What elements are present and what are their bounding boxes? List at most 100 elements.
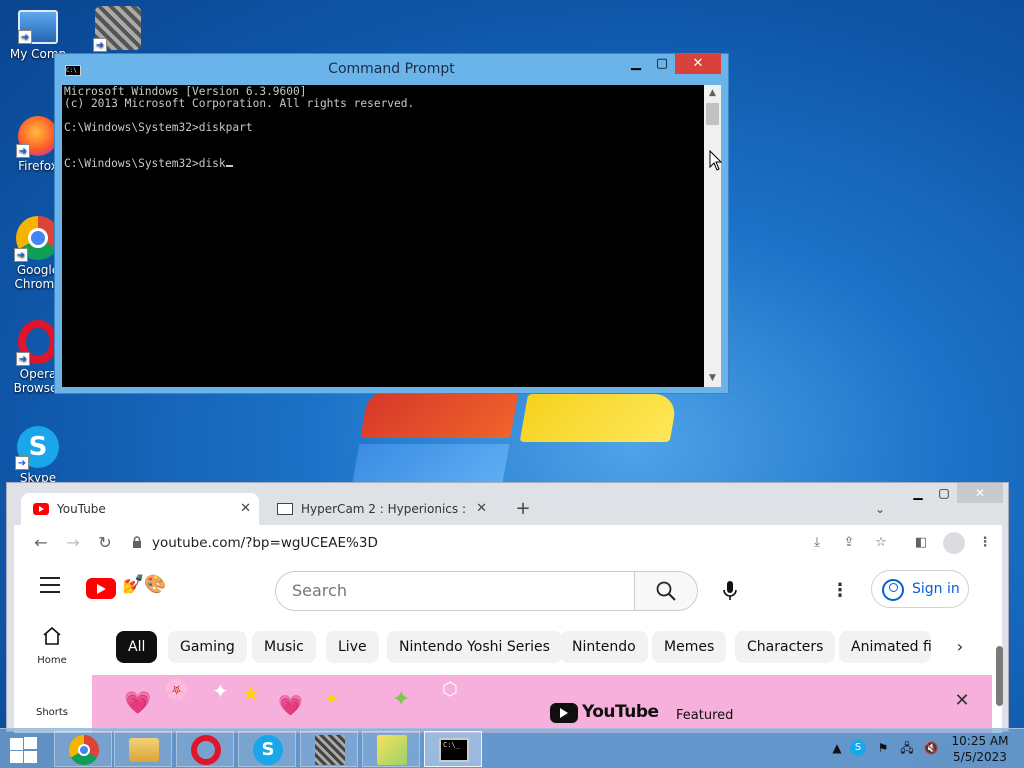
close-icon[interactable]: ✕ [952,691,972,711]
skype-icon: S ➜ [15,426,59,470]
sparkle-decoration-icon: ✦ [392,687,411,712]
youtube-logo-icon[interactable] [86,578,116,599]
console-text: Microsoft Windows [Version 6.3.9600] (c) … [64,86,414,170]
text-cursor [225,165,233,167]
scroll-up-arrow-icon[interactable]: ▲ [704,85,721,102]
settings-kebab-icon[interactable]: ⋮ [830,579,850,603]
hypercam-icon [315,735,345,765]
hamburger-menu-icon[interactable] [40,577,60,593]
home-icon [43,626,61,645]
action-center-flag-icon[interactable]: ⚑ [874,737,892,759]
search-button[interactable] [634,571,698,611]
taskbar-cmd[interactable]: C:\_ [424,731,482,767]
bookmark-star-icon[interactable]: ☆ [871,533,891,553]
chip-animated[interactable]: Animated fi [839,631,931,663]
tab-label: HyperCam 2 : Hyperionics : Free [301,502,465,516]
back-arrow-icon[interactable]: ← [30,533,52,553]
network-icon[interactable]: 🖧 [898,737,916,759]
banner-tag: Featured [676,708,734,723]
maximize-button[interactable]: ▢ [649,54,675,74]
file-explorer-icon [129,738,159,762]
nav-shorts[interactable]: Shorts [24,707,80,718]
chip-characters[interactable]: Characters [735,631,836,663]
console-area[interactable]: Microsoft Windows [Version 6.3.9600] (c) … [62,85,721,387]
skype-tray-icon[interactable]: S [850,740,866,756]
tab-youtube[interactable]: YouTube ✕ [21,493,259,525]
side-panel-icon[interactable]: ◧ [911,533,931,553]
taskbar-notes[interactable] [362,731,420,767]
youtube-favicon-icon [33,503,49,515]
address-bar[interactable]: youtube.com/?bp=wgUCEAE%3D [122,528,802,558]
tab-close-icon[interactable]: ✕ [240,493,251,525]
taskbar: S C:\_ ▲ S ⚑ 🖧 🔇 10:25 AM 5/5/2023 [0,728,1024,768]
show-hidden-icons-icon[interactable]: ▲ [828,737,846,759]
taskbar-opera[interactable] [176,731,234,767]
nav-home[interactable]: Home [24,626,80,666]
console-line: C:\Windows\System32>disk [64,158,414,170]
chip-nintendo[interactable]: Nintendo [560,631,648,663]
chrome-window[interactable]: ▁ ▢ ✕ YouTube ✕ HyperCam 2 : Hyperionics… [6,482,1009,733]
browser-toolbar: ← → ↻ youtube.com/?bp=wgUCEAE%3D ⤓ ⇪ ☆ ◧… [14,525,1002,561]
search-icon [656,581,676,601]
reload-icon[interactable]: ↻ [94,533,116,553]
share-icon[interactable]: ⇪ [839,533,859,553]
notes-icon [377,735,407,765]
cmd-window[interactable]: C:\ Command Prompt ▁ ▢ ✕ Microsoft Windo… [54,53,729,394]
voice-search-button[interactable] [710,571,750,611]
featured-banner[interactable]: 💗 🌸 ✦ ★ 💗 ✦ ✦ ⬡ YouTube Featured ✕ [92,675,992,733]
system-clock[interactable]: 10:25 AM 5/5/2023 [950,733,1010,765]
chip-gaming[interactable]: Gaming [168,631,247,663]
desktop-icon-hypercam[interactable]: ➜ [80,6,156,53]
gem-decoration-icon: ⬡ [442,679,458,700]
sign-in-label: Sign in [912,581,960,597]
search-input[interactable]: Search [275,571,635,611]
star-decoration-icon: ★ [242,681,260,705]
nav-shorts-label: Shorts [35,707,69,718]
tab-search-chevron-icon[interactable]: ⌄ [869,493,891,525]
microphone-icon [723,581,737,600]
hypercam-icon: ➜ [93,6,141,52]
volume-muted-icon[interactable]: 🔇 [922,737,940,759]
chip-memes[interactable]: Memes [652,631,727,663]
computer-icon: ➜ [18,10,58,44]
scroll-down-arrow-icon[interactable]: ▼ [704,370,721,387]
minimize-button[interactable]: ▁ [623,54,649,74]
console-line: C:\Windows\System32>diskpart [64,121,253,134]
taskbar-skype[interactable]: S [238,731,296,767]
chip-nintendo-yoshi-series[interactable]: Nintendo Yoshi Series [387,631,562,663]
tab-hypercam[interactable]: HyperCam 2 : Hyperionics : Free ✕ [265,493,495,525]
install-app-icon[interactable]: ⤓ [807,533,827,553]
chip-music[interactable]: Music [252,631,316,663]
desktop-icon-skype[interactable]: S ➜ Skype [0,426,76,485]
sign-in-button[interactable]: Sign in [871,570,969,608]
new-tab-button[interactable]: + [512,493,534,525]
flower-decoration-icon: 🌸 [164,677,189,701]
chip-live[interactable]: Live [326,631,379,663]
address-text: youtube.com/?bp=wgUCEAE%3D [152,535,378,551]
forward-arrow-icon[interactable]: → [62,533,84,553]
youtube-page: 💅🎨 Search ⋮ Sign in Home Shorts All Gami… [14,561,1003,733]
firefox-icon: ➜ [16,116,58,158]
nav-home-label: Home [37,655,67,666]
close-button[interactable]: ✕ [675,54,721,74]
cmd-titlebar[interactable]: C:\ Command Prompt ▁ ▢ ✕ [55,54,728,85]
chrome-menu-icon[interactable]: ⋮ [975,533,995,553]
scroll-thumb[interactable] [706,103,719,125]
maximize-button[interactable]: ▢ [931,483,957,503]
youtube-doodle-icon[interactable]: 💅🎨 [122,574,172,602]
chevron-right-icon[interactable]: › [944,631,976,663]
start-button[interactable] [8,737,38,763]
page-scrollbar[interactable] [996,646,1003,706]
taskbar-file-explorer[interactable] [114,731,172,767]
console-scrollbar[interactable]: ▲ ▼ [704,85,721,387]
profile-avatar-icon[interactable] [943,532,965,554]
chip-all[interactable]: All [116,631,158,663]
close-button[interactable]: ✕ [957,483,1003,503]
taskbar-chrome[interactable] [54,731,112,767]
taskbar-hypercam[interactable] [300,731,358,767]
opera-icon [191,735,221,765]
minimize-button[interactable]: ▁ [905,483,931,503]
lock-icon [133,536,141,548]
tab-close-icon[interactable]: ✕ [476,493,487,525]
